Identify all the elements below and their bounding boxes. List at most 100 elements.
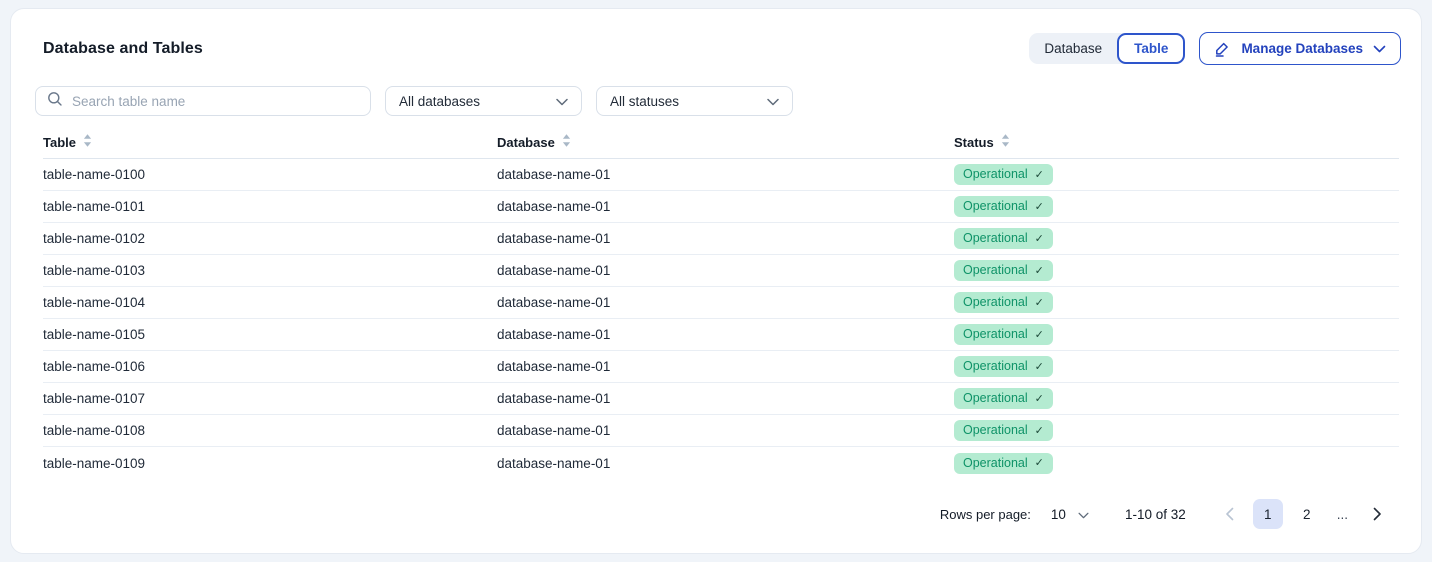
table-row: table-name-0105database-name-01Operation… [43,319,1399,351]
database-name-cell: database-name-01 [497,391,954,406]
status-label: Operational [963,423,1028,437]
status-badge: Operational ✓ [954,260,1053,281]
pager: 1 2 ... [1216,499,1391,529]
table-row: table-name-0104database-name-01Operation… [43,287,1399,319]
search-icon [47,91,63,112]
database-name-cell: database-name-01 [497,423,954,438]
database-name-cell: database-name-01 [497,456,954,471]
status-label: Operational [963,359,1028,373]
status-filter-dropdown[interactable]: All statuses [596,86,793,116]
database-filter-value: All databases [399,94,480,109]
sort-icon [1001,134,1010,150]
database-name-cell: database-name-01 [497,295,954,310]
table-name-cell: table-name-0101 [43,199,497,214]
check-icon: ✓ [1035,296,1044,309]
topbar: Database and Tables Database Table Manag… [11,9,1421,65]
table-name-cell: table-name-0100 [43,167,497,182]
chevron-down-icon [767,94,779,109]
search-box [35,86,371,116]
status-badge: Operational ✓ [954,356,1053,377]
status-cell: Operational ✓ [954,453,1399,474]
table-row: table-name-0109database-name-01Operation… [43,447,1399,479]
status-cell: Operational✓ [954,324,1399,345]
previous-page-button[interactable] [1216,500,1244,528]
check-icon: ✓ [1035,264,1044,277]
manage-databases-button[interactable]: Manage Databases [1199,32,1401,65]
page-button-1[interactable]: 1 [1253,499,1283,529]
search-input[interactable] [72,94,359,109]
table-header-row: Table Database Status [43,134,1399,159]
pencil-icon [1214,40,1231,57]
status-badge: Operational✓ [954,324,1053,345]
status-cell: Operational ✓ [954,356,1399,377]
check-icon: ✓ [1035,360,1044,373]
view-toggle-table[interactable]: Table [1117,33,1185,64]
status-label: Operational [963,327,1028,341]
status-label: Operational [963,391,1028,405]
check-icon: ✓ [1035,392,1044,405]
status-badge: Operational ✓ [954,196,1053,217]
status-badge: Operational✓ [954,164,1053,185]
table-name-cell: table-name-0108 [43,423,497,438]
status-label: Operational [963,456,1028,470]
column-header-table[interactable]: Table [43,134,497,150]
rows-per-page-select[interactable]: 10 [1051,507,1089,522]
database-name-cell: database-name-01 [497,263,954,278]
table-name-cell: table-name-0104 [43,295,497,310]
status-label: Operational [963,295,1028,309]
table-row: table-name-0101database-name-01Operation… [43,191,1399,223]
page-button-2[interactable]: 2 [1292,499,1322,529]
sort-icon [83,134,92,150]
status-cell: Operational✓ [954,228,1399,249]
status-badge: Operational ✓ [954,292,1053,313]
table-row: table-name-0106database-name-01Operation… [43,351,1399,383]
table-name-cell: table-name-0106 [43,359,497,374]
table-row: table-name-0102database-name-01Operation… [43,223,1399,255]
column-header-status[interactable]: Status [954,134,1399,150]
database-name-cell: database-name-01 [497,327,954,342]
table-name-cell: table-name-0102 [43,231,497,246]
check-icon: ✓ [1035,456,1044,469]
view-toggle-database[interactable]: Database [1029,33,1117,64]
main-card: Database and Tables Database Table Manag… [10,8,1422,554]
table-name-cell: table-name-0109 [43,456,497,471]
status-badge: Operational✓ [954,228,1053,249]
pagination-range: 1-10 of 32 [1125,507,1186,522]
table-row: table-name-0107database-name-01Operation… [43,383,1399,415]
status-cell: Operational ✓ [954,292,1399,313]
next-page-button[interactable] [1363,500,1391,528]
topbar-controls: Database Table Manage Databases [1029,32,1401,65]
chevron-down-icon [1078,507,1089,522]
status-cell: Operational ✓ [954,388,1399,409]
table-row: table-name-0100database-name-01Operation… [43,159,1399,191]
database-name-cell: database-name-01 [497,231,954,246]
table-row: table-name-0108database-name-01Operation… [43,415,1399,447]
pagination-ellipsis: ... [1331,507,1354,522]
check-icon: ✓ [1035,232,1044,245]
filters-bar: All databases All statuses [11,65,1421,116]
database-name-cell: database-name-01 [497,199,954,214]
view-toggle: Database Table [1029,33,1185,64]
database-filter-dropdown[interactable]: All databases [385,86,582,116]
check-icon: ✓ [1035,200,1044,213]
page-title: Database and Tables [43,40,203,58]
status-badge: Operational ✓ [954,453,1053,474]
tables-list: Table Database Status table-name-0100dat… [43,134,1399,479]
status-label: Operational [963,199,1028,213]
status-label: Operational [963,167,1028,181]
status-cell: Operational ✓ [954,196,1399,217]
status-filter-value: All statuses [610,94,679,109]
table-row: table-name-0103database-name-01Operation… [43,255,1399,287]
chevron-down-icon [1373,45,1386,53]
table-name-cell: table-name-0107 [43,391,497,406]
status-label: Operational [963,263,1028,277]
rows-per-page-label: Rows per page: [940,507,1031,522]
status-badge: Operational ✓ [954,388,1053,409]
sort-icon [562,134,571,150]
column-header-database[interactable]: Database [497,134,954,150]
manage-databases-label: Manage Databases [1241,41,1363,56]
rows-per-page: Rows per page: 10 [940,507,1089,522]
status-cell: Operational✓ [954,164,1399,185]
status-badge: Operational✓ [954,420,1053,441]
status-cell: Operational✓ [954,420,1399,441]
